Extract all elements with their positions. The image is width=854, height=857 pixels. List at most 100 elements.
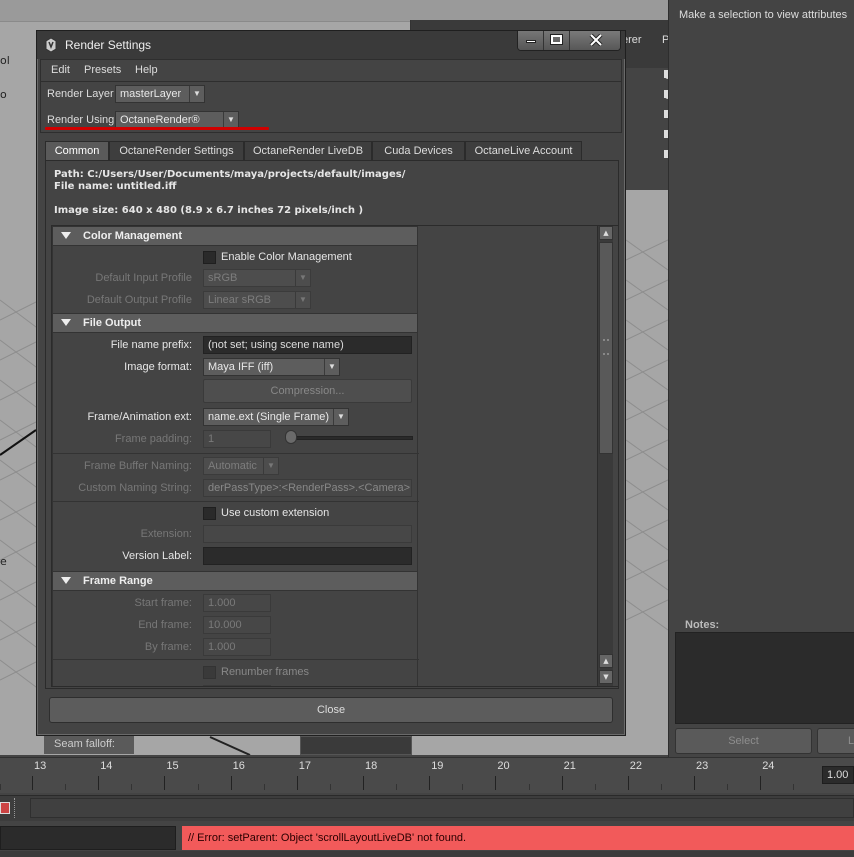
tab-octanerender-settings[interactable]: OctaneRender Settings [109,141,244,161]
timeline-minor-tick [65,784,67,790]
tab-octanelive-account[interactable]: OctaneLive Account [465,141,582,161]
image-size-text: Image size: 640 x 480 (8.9 x 6.7 inches … [54,205,364,216]
menu-edit[interactable]: Edit [51,64,70,76]
menu-help[interactable]: Help [135,64,158,76]
renumber-frames-label: Renumber frames [221,666,310,678]
vertical-scrollbar[interactable]: ▲ ▲ ▼ [597,226,613,686]
minimize-button[interactable] [518,31,544,50]
edge-glyph: o [0,88,7,101]
close-button[interactable]: Close [49,697,613,723]
divider [53,453,419,454]
timeline-tick-label: 21 [563,760,576,772]
window-buttons [517,31,621,51]
collapse-triangle-icon [61,319,71,326]
renumber-field[interactable] [203,685,271,686]
timeline-major-tick [98,776,100,790]
file-output-body: File name prefix: (not set; using scene … [52,333,419,571]
dialog-menubar: Edit Presets Help [40,59,622,81]
notes-field[interactable] [675,632,854,724]
menu-presets[interactable]: Presets [84,64,121,76]
chevron-down-icon: ▼ [223,112,238,128]
load-attributes-button[interactable]: L [817,728,854,754]
select-button[interactable]: Select [675,728,812,754]
start-frame-label: Start frame: [134,597,192,609]
file-name-text: File name: untitled.iff [54,181,177,192]
version-label-input[interactable] [203,547,412,565]
close-window-button[interactable] [570,31,620,50]
divider [53,501,419,502]
buffer-naming-dropdown[interactable]: Automatic ▼ [203,457,279,475]
chevron-down-icon: ▼ [324,359,339,375]
range-slider[interactable] [30,798,854,818]
timeline-minor-tick [594,784,596,790]
color-management-header[interactable]: Color Management [52,226,418,246]
file-output-header[interactable]: File Output [52,313,418,333]
dialog-title: Render Settings [65,38,152,52]
render-layer-dropdown[interactable]: masterLayer ▼ [115,85,205,103]
scroll-up-icon[interactable]: ▲ [599,226,613,240]
scroll-down-icon[interactable]: ▼ [599,670,613,684]
frame-padding-slider[interactable] [287,436,413,440]
close-icon [589,34,603,46]
settings-scroll-area[interactable]: Color Management Enable Color Management… [51,225,619,687]
command-error-output: // Error: setParent: Object 'scrollLayou… [182,826,854,850]
animation-ext-dropdown[interactable]: name.ext (Single Frame) ▼ [203,408,349,426]
tab-common[interactable]: Common [45,141,109,161]
end-frame-input[interactable]: 10.000 [203,616,271,634]
settings-tabs: Common OctaneRender Settings OctaneRende… [45,141,619,161]
enable-color-management-checkbox[interactable] [203,251,216,264]
bottom-strip [0,851,854,857]
buffer-naming-label: Frame Buffer Naming: [83,460,192,472]
chevron-down-icon: ▼ [295,270,310,286]
timeline-minor-tick [131,784,133,790]
frame-range-header[interactable]: Frame Range [52,571,418,591]
compression-button[interactable]: Compression... [203,379,412,403]
attribute-editor-message: Make a selection to view attributes [679,9,848,21]
scroll-thumb[interactable] [599,242,613,454]
use-custom-extension-label: Use custom extension [221,507,330,519]
path-text: Path: C:/Users/User/Documents/maya/proje… [54,169,406,180]
common-tab-panel: Path: C:/Users/User/Documents/maya/proje… [45,160,619,689]
use-custom-extension-checkbox[interactable] [203,507,216,520]
by-frame-input[interactable]: 1.000 [203,638,271,656]
frame-padding-input[interactable]: 1 [203,430,271,448]
timeline-major-tick [296,776,298,790]
command-input[interactable] [0,826,176,850]
maximize-button[interactable] [544,31,570,50]
slider-handle[interactable] [285,430,297,444]
output-profile-label: Default Output Profile [86,294,192,306]
render-using-label: Render Using [47,114,115,126]
custom-naming-input[interactable]: derPassType>:<RenderPass>.<Camera> [203,479,412,497]
extension-input[interactable] [203,525,412,543]
render-using-value: OctaneRender® [120,114,200,126]
timeline-minor-tick [660,784,662,790]
timeline-tick-label: 22 [629,760,643,772]
current-time-field[interactable]: 1.00 [822,766,854,784]
input-profile-dropdown[interactable]: sRGB ▼ [203,269,311,287]
time-slider[interactable]: 13 14 15 16 17 18 19 20 21 22 23 24 [0,757,854,793]
section-title: Frame Range [83,575,153,587]
scroll-down-icon[interactable]: ▲ [599,654,613,668]
output-profile-dropdown[interactable]: Linear sRGB ▼ [203,291,311,309]
collapse-triangle-icon [61,577,71,584]
render-layer-group: Render Layer masterLayer ▼ Render Using … [40,81,622,133]
render-layer-label: Render Layer [47,88,114,100]
image-format-dropdown[interactable]: Maya IFF (iff) ▼ [203,358,340,376]
range-icon[interactable] [0,802,10,814]
file-name-prefix-input[interactable]: (not set; using scene name) [203,336,412,354]
tab-cuda-devices[interactable]: Cuda Devices [372,141,465,161]
by-frame-label: By frame: [144,641,192,653]
timeline-tick-label: 17 [298,760,312,772]
timeline-major-tick [32,776,33,790]
dialog-titlebar[interactable]: Render Settings [37,31,625,59]
timeline-tick-label: 20 [497,760,510,772]
timeline-minor-tick [197,784,199,790]
frame-range-body: Start frame: 1.000 End frame: 10.000 By … [52,591,419,686]
timeline-minor-tick [396,784,398,790]
tab-octanerender-livedb[interactable]: OctaneRender LiveDB [244,141,372,161]
timeline-tick-label: 18 [365,760,378,772]
renumber-frames-checkbox[interactable] [203,666,216,679]
timeline-minor-tick [263,784,265,790]
timeline-major-tick [164,776,166,790]
start-frame-input[interactable]: 1.000 [203,594,271,612]
